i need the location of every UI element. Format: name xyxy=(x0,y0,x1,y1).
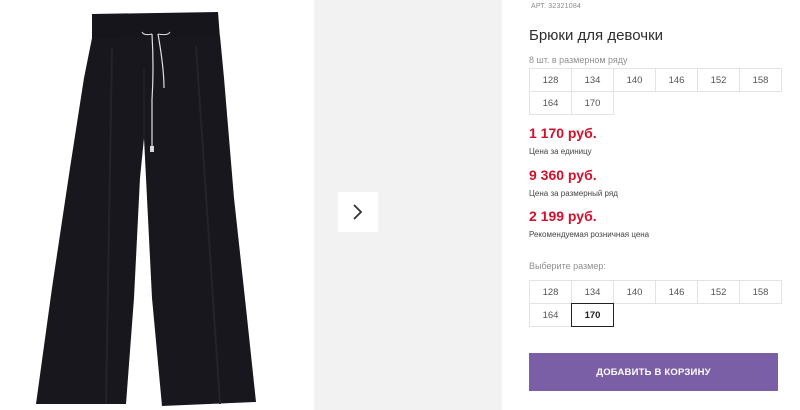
size-option-selected[interactable]: 170 xyxy=(571,303,614,327)
black-wide-leg-pants-image xyxy=(36,12,256,406)
pack-size-cell: 128 xyxy=(529,68,572,92)
pack-size-cell: 164 xyxy=(529,91,572,115)
pack-size-cell: 152 xyxy=(697,68,740,92)
add-to-cart-button[interactable]: ДОБАВИТЬ В КОРЗИНУ xyxy=(529,353,778,391)
chevron-right-icon xyxy=(353,204,363,220)
pack-size-cell: 140 xyxy=(613,68,656,92)
product-sku: АРТ. 32321084 xyxy=(529,3,581,10)
size-picker-grid: 128 134 140 146 152 158 164 170 xyxy=(529,280,782,327)
pack-size-cell: 146 xyxy=(655,68,698,92)
retail-price: 2 199 руб. xyxy=(529,208,597,224)
pack-size-cell: 158 xyxy=(739,68,782,92)
size-option[interactable]: 152 xyxy=(697,280,740,304)
gallery-panel xyxy=(314,0,502,410)
product-title: Брюки для девочки xyxy=(529,27,664,44)
size-option[interactable]: 140 xyxy=(613,280,656,304)
pack-price-label: Цена за размерный ряд xyxy=(529,189,618,198)
pack-price: 9 360 руб. xyxy=(529,167,597,183)
sku-value: 32321084 xyxy=(548,3,582,10)
retail-price-label: Рекомендуемая розничная цена xyxy=(529,230,650,239)
size-option[interactable]: 134 xyxy=(571,280,614,304)
pack-sizes-grid: 128 134 140 146 152 158 164 170 xyxy=(529,68,782,115)
choose-size-label: Выберите размер: xyxy=(529,261,606,271)
pack-size-cell: 134 xyxy=(571,68,614,92)
size-option[interactable]: 164 xyxy=(529,303,572,327)
unit-price: 1 170 руб. xyxy=(529,125,597,141)
sku-label: АРТ. xyxy=(531,3,547,10)
size-option[interactable]: 146 xyxy=(655,280,698,304)
unit-price-label: Цена за единицу xyxy=(529,147,592,156)
size-option[interactable]: 158 xyxy=(739,280,782,304)
product-image[interactable] xyxy=(0,0,300,410)
pack-size-cell: 170 xyxy=(571,91,614,115)
gallery-next-button[interactable] xyxy=(338,192,378,232)
pack-note: 8 шт. в размерном ряду xyxy=(529,55,628,65)
size-option[interactable]: 128 xyxy=(529,280,572,304)
